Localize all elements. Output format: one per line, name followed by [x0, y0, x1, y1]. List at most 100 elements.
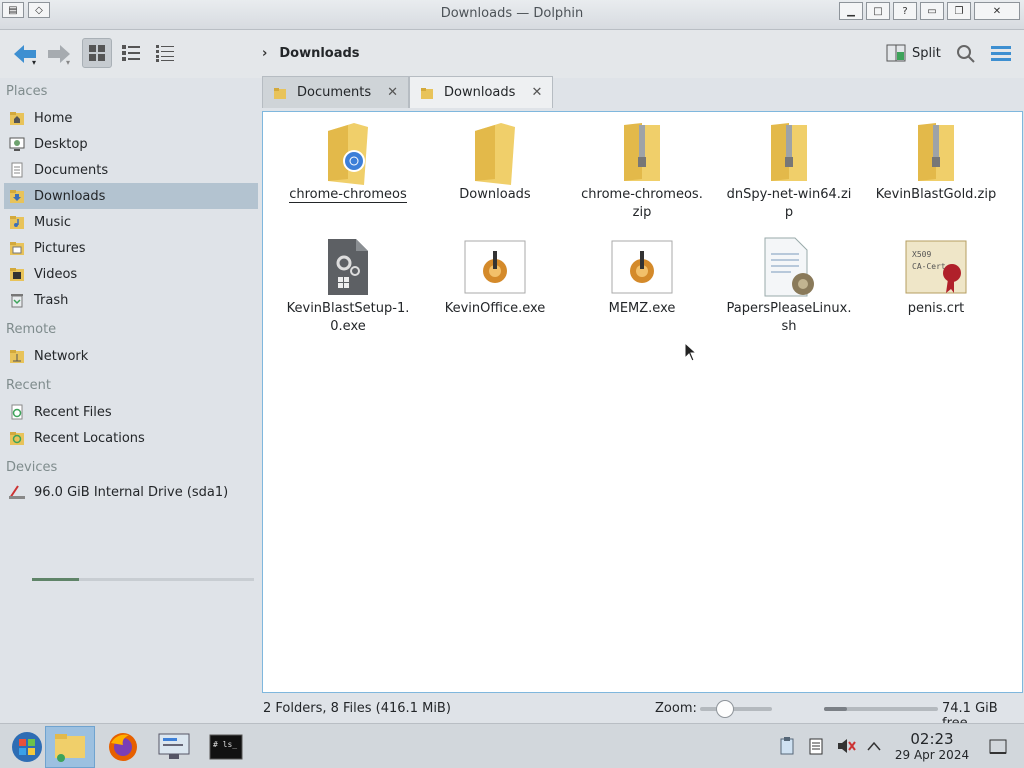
taskbar-firefox[interactable] — [98, 726, 148, 768]
downloads-folder-icon — [8, 187, 26, 205]
sidebar-item-label: Recent Locations — [34, 430, 145, 446]
sidebar-item-label: Home — [34, 110, 73, 126]
executable-gear-icon — [284, 234, 412, 300]
file-name: chrome-chromeos — [284, 186, 412, 204]
tab-label: Downloads — [444, 85, 516, 100]
svg-text:X509: X509 — [912, 250, 931, 259]
zip-archive-icon — [725, 120, 853, 186]
drive-usage-fill — [32, 578, 79, 581]
file-view[interactable]: chrome-chromeos Downloads chrome-chromeo… — [262, 111, 1023, 693]
taskbar: # ls_ 02:23 29 Apr 2024 — [0, 723, 1024, 768]
sidebar-item-recent-files[interactable]: Recent Files — [4, 399, 258, 425]
file-item-dnspy-zip[interactable]: dnSpy-net-win64.zip — [725, 120, 853, 222]
recent-files-icon — [8, 403, 26, 421]
title-bar: ▤ ◇ Downloads — Dolphin ▁ □ ? ▭ ❐ ✕ — [0, 0, 1024, 30]
home-folder-icon — [8, 109, 26, 127]
file-name: penis.crt — [907, 301, 965, 316]
zoom-slider-handle[interactable] — [716, 700, 735, 718]
sidebar-item-network[interactable]: Network — [4, 343, 258, 369]
recent-locations-icon — [8, 429, 26, 447]
file-item-chrome-chromeos[interactable]: chrome-chromeos — [284, 120, 412, 204]
hamburger-menu-button[interactable] — [990, 44, 1012, 66]
sidebar-item-pictures[interactable]: Pictures — [4, 235, 258, 261]
sidebar-item-label: Videos — [34, 266, 78, 282]
svg-text:# ls_: # ls_ — [213, 740, 237, 749]
breadcrumb[interactable]: › Downloads — [262, 46, 360, 61]
notes-icon[interactable] — [808, 737, 824, 755]
clock[interactable]: 02:23 29 Apr 2024 — [894, 731, 970, 763]
sidebar-item-desktop[interactable]: Desktop — [4, 131, 258, 157]
shade-icon[interactable]: ▭ — [920, 2, 944, 20]
sidebar-item-recent-locations[interactable]: Recent Locations — [4, 425, 258, 451]
tab-documents[interactable]: Documents ✕ — [262, 76, 410, 108]
details-view-button[interactable] — [150, 38, 180, 68]
sidebar-item-label: Documents — [34, 162, 109, 178]
tab-downloads[interactable]: Downloads ✕ — [409, 76, 554, 108]
sidebar-item-trash[interactable]: Trash — [4, 287, 258, 313]
chevron-right-icon[interactable]: › — [262, 46, 267, 61]
tab-bar: Documents ✕ Downloads ✕ — [262, 76, 554, 108]
icons-view-button[interactable] — [82, 38, 112, 68]
compact-view-icon — [122, 45, 140, 61]
sidebar-item-home[interactable]: Home — [4, 105, 258, 131]
chevron-up-icon[interactable] — [866, 739, 882, 753]
status-summary: 2 Folders, 8 Files (416.1 MiB) — [263, 701, 451, 716]
file-item-kevinblastsetup-exe[interactable]: KevinBlastSetup-1.0.exe — [284, 234, 412, 336]
sidebar-item-videos[interactable]: Videos — [4, 261, 258, 287]
help-icon[interactable]: ? — [893, 2, 917, 20]
taskbar-terminal[interactable]: # ls_ — [201, 726, 251, 768]
split-button[interactable]: Split — [886, 44, 941, 62]
sidebar-item-documents[interactable]: Documents — [4, 157, 258, 183]
sidebar-item-label: Downloads — [34, 188, 106, 204]
status-bar: 2 Folders, 8 Files (416.1 MiB) Zoom: 74.… — [262, 697, 1024, 731]
toolbar: ▾ ▾ › Downloads Split — [0, 30, 1024, 78]
clipboard-icon[interactable] — [778, 736, 796, 756]
volume-muted-icon[interactable] — [836, 737, 856, 755]
close-tab-icon[interactable]: ✕ — [531, 85, 542, 100]
certificate-icon: X509 CA-Cert — [872, 234, 1000, 300]
back-button[interactable]: ▾ — [10, 40, 40, 68]
search-icon — [957, 45, 975, 63]
file-name: dnSpy-net-win64.zip — [726, 187, 852, 220]
sidebar-item-downloads[interactable]: Downloads — [4, 183, 258, 209]
forward-button[interactable]: ▾ — [44, 40, 74, 68]
terminal-icon: # ls_ — [209, 734, 243, 760]
file-name: KevinBlastSetup-1.0.exe — [286, 301, 410, 334]
section-title-places: Places — [6, 84, 48, 99]
restore-icon[interactable]: ❐ — [947, 2, 971, 20]
split-label: Split — [912, 45, 941, 61]
documents-folder-icon — [8, 161, 26, 179]
file-item-kevinoffice-exe[interactable]: KevinOffice.exe — [431, 234, 559, 318]
sidebar-item-label: Pictures — [34, 240, 86, 256]
zoom-slider-track[interactable] — [700, 707, 772, 711]
start-menu-icon — [12, 732, 42, 762]
file-item-kevinblastgold-zip[interactable]: KevinBlastGold.zip — [872, 120, 1000, 204]
folder-icon — [274, 87, 286, 99]
file-item-chrome-chromeos-zip[interactable]: chrome-chromeos.zip — [578, 120, 706, 222]
maximize-icon[interactable]: □ — [866, 2, 890, 20]
show-desktop-icon[interactable] — [988, 738, 1008, 756]
system-tray — [778, 736, 882, 756]
file-item-memz-exe[interactable]: MEMZ.exe — [578, 234, 706, 318]
file-item-papersplease-sh[interactable]: PapersPleaseLinux.sh — [725, 234, 853, 336]
free-space-bar — [824, 707, 938, 711]
shell-script-icon — [725, 234, 853, 300]
breadcrumb-current[interactable]: Downloads — [279, 46, 359, 61]
taskbar-dolphin[interactable] — [45, 726, 95, 768]
places-panel: Places Home Desktop Documents Downloads … — [0, 78, 262, 698]
sidebar-item-music[interactable]: Music — [4, 209, 258, 235]
compact-view-button[interactable] — [116, 38, 146, 68]
taskbar-system-settings[interactable] — [149, 726, 199, 768]
trash-icon — [8, 291, 26, 309]
file-item-downloads[interactable]: Downloads — [431, 120, 559, 204]
svg-text:CA-Cert: CA-Cert — [912, 262, 946, 271]
close-window-button[interactable]: ✕ — [974, 2, 1020, 20]
drive-usage-bar — [32, 578, 254, 581]
minimize-icon[interactable]: ▁ — [839, 2, 863, 20]
videos-folder-icon — [8, 265, 26, 283]
close-tab-icon[interactable]: ✕ — [387, 85, 398, 100]
file-item-crt[interactable]: X509 CA-Cert penis.crt — [872, 234, 1000, 318]
file-name: KevinOffice.exe — [444, 301, 546, 316]
sidebar-item-internal-drive[interactable]: 96.0 GiB Internal Drive (sda1) — [4, 479, 258, 505]
search-button[interactable] — [956, 44, 976, 68]
